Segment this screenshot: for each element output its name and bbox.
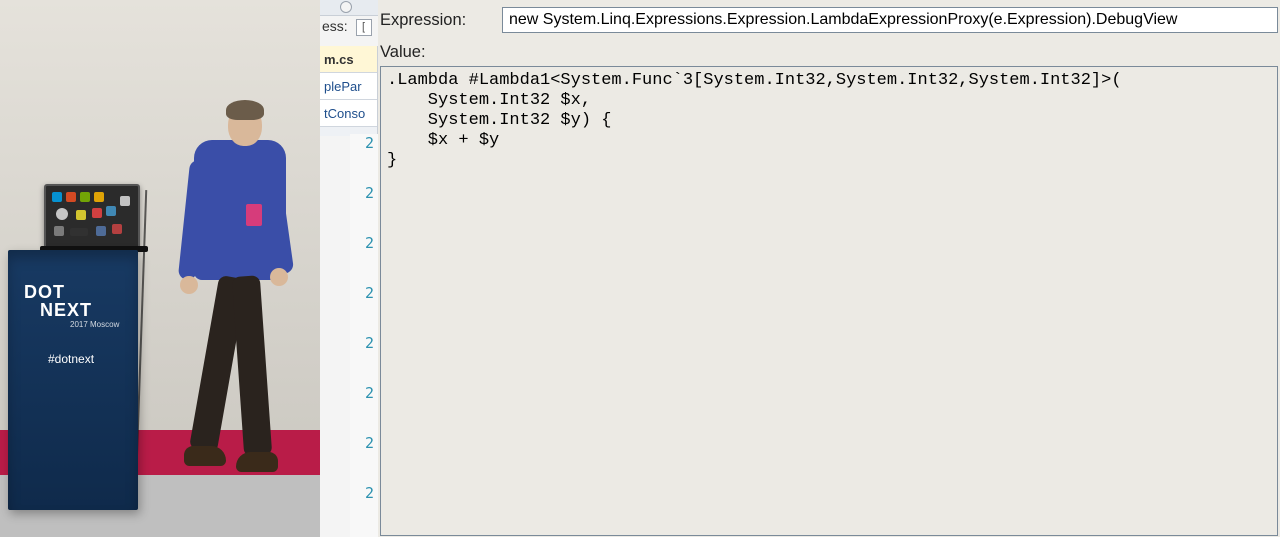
editor-tab-label: plePar [324,79,362,94]
line-number: 2 [350,234,378,252]
line-number: 2 [350,134,378,152]
editor-tab[interactable]: plePar [320,73,377,100]
quickwatch-panel: Expression: Value: .Lambda #Lambda1<Syst… [378,0,1280,537]
editor-tab-label: m.cs [324,52,354,67]
screenshot-root: DOT NEXT 2017 Moscow #dotnext ess: [ [0,0,1280,537]
speaker-shoe [184,446,226,466]
speaker-leg [232,275,272,457]
editor-tabstrip: m.cs plePar tConso [320,46,378,136]
podium-hashtag: #dotnext [48,352,94,366]
speaker-torso [194,140,286,280]
line-number: 2 [350,434,378,452]
sticker [56,208,68,220]
editor-tab[interactable]: tConso [320,100,377,127]
podium: DOT NEXT 2017 Moscow #dotnext [8,250,138,510]
editor-tab-label: tConso [324,106,365,121]
value-text: .Lambda #Lambda1<System.Func`3[System.In… [387,71,1271,171]
speaker-shoe [236,452,278,472]
speaker-head [228,104,262,146]
toolbar-icon [340,1,352,13]
expression-input[interactable] [502,7,1278,33]
stage-photo: DOT NEXT 2017 Moscow #dotnext [0,0,320,537]
process-label: ess: [322,18,348,34]
speaker-hand [180,276,198,294]
editor-tab[interactable]: m.cs [320,46,377,73]
expression-label: Expression: [380,11,466,30]
sticker [54,226,64,236]
sticker [96,226,106,236]
speaker-badge [246,204,262,226]
sticker [112,224,122,234]
sticker [70,228,88,236]
sticker [92,208,102,218]
line-number: 2 [350,184,378,202]
sticker [120,196,130,206]
ide-toolbar [320,0,378,16]
sticker [94,192,104,202]
value-output[interactable]: .Lambda #Lambda1<System.Func`3[System.In… [380,66,1278,536]
sticker [52,192,62,202]
presenter-laptop [44,184,140,250]
line-number: 2 [350,334,378,352]
line-number: 2 [350,384,378,402]
speaker-figure [180,100,290,480]
sticker [80,192,90,202]
sticker [106,206,116,216]
podium-brand-line2: NEXT [40,300,92,321]
line-number: 2 [350,484,378,502]
speaker-hand [270,268,288,286]
line-number: 2 [350,284,378,302]
podium-subtitle: 2017 Moscow [70,320,119,329]
value-label: Value: [380,43,426,62]
process-dropdown[interactable]: [ [356,19,372,36]
sticker [66,192,76,202]
sticker [76,210,86,220]
editor-gutter: 2 2 2 2 2 2 2 2 [350,134,378,537]
